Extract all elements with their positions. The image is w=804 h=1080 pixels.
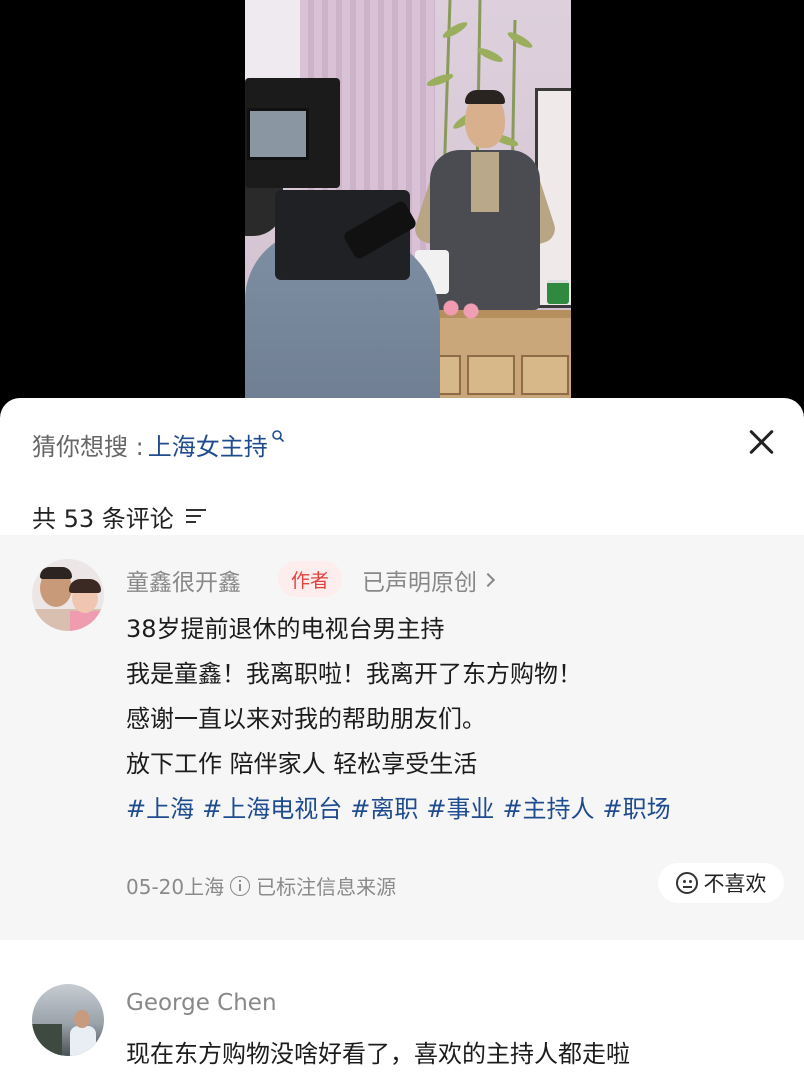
comment-date-location: 05-20上海 xyxy=(126,875,225,899)
hashtag-row: #上海 #上海电视台 #离职 #事业 #主持人 #职场 xyxy=(126,787,679,832)
video-tea-can xyxy=(547,280,569,304)
author-badge: 作者 xyxy=(278,561,342,597)
hashtag-link[interactable]: #主持人 xyxy=(502,795,594,823)
search-suggestion-prefix: 猜你想搜 : xyxy=(32,432,144,461)
video-camera-monitor xyxy=(247,108,309,160)
hashtag-link[interactable]: #上海电视台 xyxy=(202,795,342,823)
comment-author[interactable]: George Chen xyxy=(126,990,277,1016)
video-drawer xyxy=(521,355,569,395)
comment-author[interactable]: 童鑫很开鑫 xyxy=(126,563,241,597)
hashtag-link[interactable]: #职场 xyxy=(603,795,671,823)
video-player[interactable] xyxy=(0,0,804,410)
dislike-face-icon xyxy=(675,872,698,894)
comment-line: 放下工作 陪伴家人 轻松享受生活 xyxy=(126,750,478,778)
dislike-label: 不喜欢 xyxy=(703,872,767,896)
sort-icon[interactable] xyxy=(185,508,206,524)
comment-text: 现在东方购物没啥好看了，喜欢的主持人都走啦 xyxy=(126,1040,630,1068)
search-icon xyxy=(271,430,284,443)
dislike-button[interactable]: 不喜欢 xyxy=(658,863,784,903)
hashtag-link[interactable]: #上海 xyxy=(126,795,194,823)
comment-line: 38岁提前退休的电视台男主持 xyxy=(126,615,445,643)
comment-item[interactable]: George Chen 现在东方购物没啥好看了，喜欢的主持人都走啦 xyxy=(0,940,804,1080)
comment-meta: 05-20上海 已标注信息来源 xyxy=(126,871,396,900)
close-icon[interactable] xyxy=(744,424,780,460)
search-suggestion-term[interactable]: 上海女主持 xyxy=(148,427,268,462)
original-claim-link[interactable]: 已声明原创 xyxy=(362,563,496,597)
comments-sheet: 猜你想搜 : 上海女主持 共 53 条评论 童鑫很开鑫 作者 已声明原创 38岁… xyxy=(0,398,804,1080)
original-claim-label: 已声明原创 xyxy=(362,570,477,596)
video-wall xyxy=(245,0,300,80)
source-note[interactable]: 已标注信息来源 xyxy=(256,871,396,900)
video-drawer xyxy=(467,355,515,395)
chevron-right-icon xyxy=(480,572,496,588)
pinned-comment[interactable]: 童鑫很开鑫 作者 已声明原创 38岁提前退休的电视台男主持 我是童鑫！我离职啦！… xyxy=(0,535,804,940)
video-host-hair xyxy=(465,90,505,104)
avatar[interactable] xyxy=(32,559,104,631)
avatar[interactable] xyxy=(32,984,104,1056)
hashtag-link[interactable]: #事业 xyxy=(426,795,494,823)
search-suggestion[interactable]: 猜你想搜 : 上海女主持 xyxy=(32,426,285,462)
info-icon[interactable] xyxy=(230,875,251,896)
comment-body: 38岁提前退休的电视台男主持 我是童鑫！我离职啦！我离开了东方购物！ 感谢一直以… xyxy=(126,607,679,832)
comment-line: 我是童鑫！我离职啦！我离开了东方购物！ xyxy=(126,660,582,688)
video-frame[interactable] xyxy=(245,0,571,410)
comments-count-row: 共 53 条评论 xyxy=(32,498,206,534)
comment-line: 感谢一直以来对我的帮助朋友们。 xyxy=(126,705,486,733)
hashtag-link[interactable]: #离职 xyxy=(350,795,418,823)
video-host-shirt xyxy=(471,152,499,212)
comments-count: 共 53 条评论 xyxy=(32,504,174,533)
